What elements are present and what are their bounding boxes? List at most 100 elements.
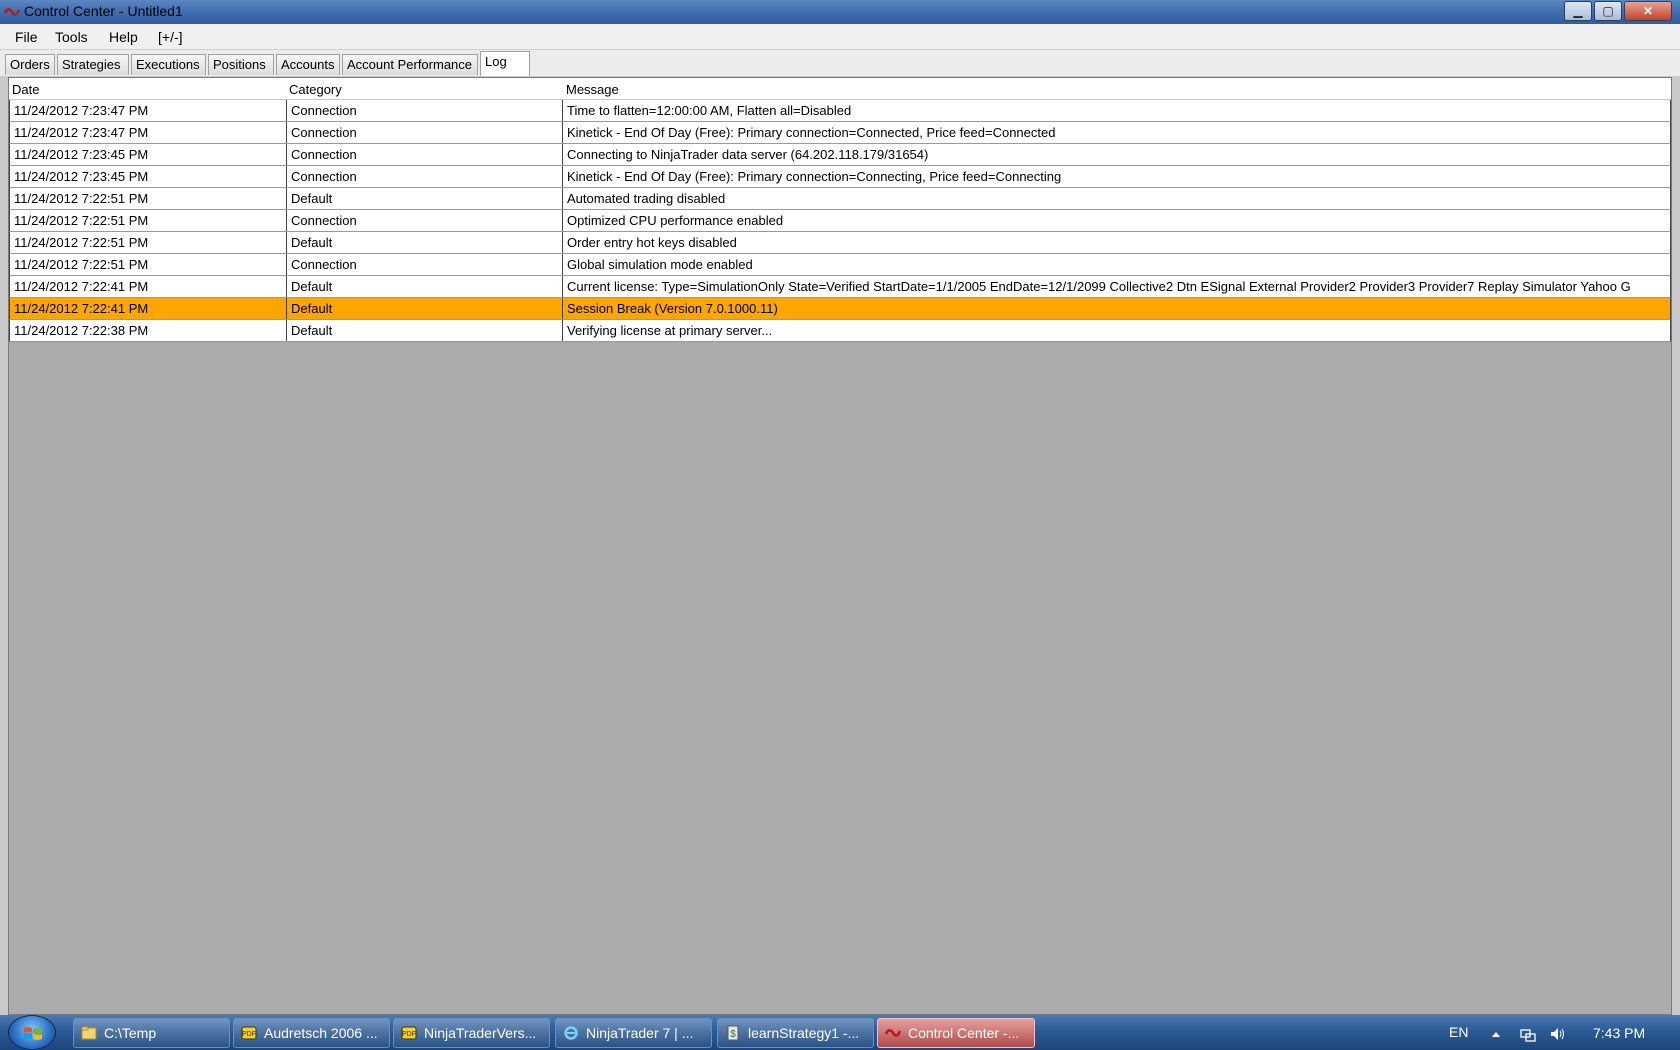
tab-executions[interactable]: Executions xyxy=(131,54,206,75)
show-hidden-icons-icon[interactable] xyxy=(1488,1026,1504,1042)
log-rows: 11/24/2012 7:23:47 PM Connection Time to… xyxy=(9,100,1671,342)
table-row[interactable]: 11/24/2012 7:22:51 PM Connection Global … xyxy=(9,254,1671,276)
svg-text:$: $ xyxy=(730,1029,736,1040)
cell-date: 11/24/2012 7:22:41 PM xyxy=(10,276,287,297)
table-row[interactable]: 11/24/2012 7:22:41 PM Default Current li… xyxy=(9,276,1671,298)
network-icon[interactable] xyxy=(1520,1026,1536,1042)
cell-date: 11/24/2012 7:23:47 PM xyxy=(10,100,287,121)
cell-category: Default xyxy=(287,298,563,319)
cell-message: Connecting to NinjaTrader data server (6… xyxy=(567,147,929,162)
cell-date: 11/24/2012 7:22:51 PM xyxy=(10,232,287,253)
script-icon: $ xyxy=(727,1025,739,1041)
cell-message: Optimized CPU performance enabled xyxy=(567,213,784,228)
taskbar-item-audretsch-pdf[interactable]: PDF Audretsch 2006 ... xyxy=(233,1018,390,1048)
title-bar: Control Center - Untitled1 ▁ ▢ ✕ xyxy=(0,0,1680,24)
table-row-highlighted[interactable]: 11/24/2012 7:22:41 PM Default Session Br… xyxy=(9,298,1671,320)
menu-file[interactable]: File xyxy=(15,29,38,45)
menu-bar: File Tools Help [+/-] xyxy=(0,24,1680,50)
folder-icon xyxy=(81,1026,97,1040)
cell-message: Current license: Type=SimulationOnly Sta… xyxy=(567,279,1631,294)
cell-category: Default xyxy=(287,320,563,341)
minimize-icon: ▁ xyxy=(1573,4,1583,18)
menu-expand-toggle[interactable]: [+/-] xyxy=(158,29,183,45)
cell-message: Session Break (Version 7.0.1000.11) xyxy=(567,301,778,316)
cell-date: 11/24/2012 7:23:45 PM xyxy=(10,144,287,165)
table-row[interactable]: 11/24/2012 7:22:38 PM Default Verifying … xyxy=(9,320,1671,342)
taskbar-item-control-center[interactable]: Control Center -... xyxy=(877,1018,1035,1048)
volume-icon[interactable] xyxy=(1549,1026,1565,1042)
svg-text:PDF: PDF xyxy=(242,1031,256,1038)
cell-category: Connection xyxy=(287,122,563,143)
cell-date: 11/24/2012 7:22:51 PM xyxy=(10,210,287,231)
cell-message: Time to flatten=12:00:00 AM, Flatten all… xyxy=(567,103,852,118)
table-row[interactable]: 11/24/2012 7:22:51 PM Connection Optimiz… xyxy=(9,210,1671,232)
cell-category: Connection xyxy=(287,210,563,231)
column-header-category[interactable]: Category xyxy=(289,82,342,97)
tab-strip: Orders Strategies Executions Positions A… xyxy=(0,50,1680,76)
log-grid: Date Category Message 11/24/2012 7:23:47… xyxy=(8,77,1672,1015)
ie-icon xyxy=(564,1026,578,1040)
table-row[interactable]: 11/24/2012 7:23:45 PM Connection Connect… xyxy=(9,144,1671,166)
start-button[interactable] xyxy=(8,1015,56,1050)
taskbar-item-ninjatrader-pdf[interactable]: PDF NinjaTraderVers... xyxy=(393,1018,550,1048)
cell-date: 11/24/2012 7:22:41 PM xyxy=(10,298,287,319)
cell-date: 11/24/2012 7:22:51 PM xyxy=(10,254,287,275)
tab-strategies[interactable]: Strategies xyxy=(57,54,129,75)
taskbar-item-label: NinjaTraderVers... xyxy=(424,1025,537,1041)
column-header-date[interactable]: Date xyxy=(12,82,39,97)
taskbar-item-label: Audretsch 2006 ... xyxy=(264,1025,378,1041)
cell-category: Connection xyxy=(287,166,563,187)
maximize-button[interactable]: ▢ xyxy=(1594,1,1622,21)
tab-positions[interactable]: Positions xyxy=(208,54,274,75)
taskbar-item-learnstrategy[interactable]: $ learnStrategy1 -... xyxy=(717,1018,874,1048)
cell-message: Automated trading disabled xyxy=(567,191,726,206)
cell-category: Connection xyxy=(287,144,563,165)
maximize-icon: ▢ xyxy=(1602,4,1614,18)
cell-category: Default xyxy=(287,276,563,297)
table-row[interactable]: 11/24/2012 7:23:47 PM Connection Time to… xyxy=(9,100,1671,122)
table-row[interactable]: 11/24/2012 7:22:51 PM Default Automated … xyxy=(9,188,1671,210)
tab-orders[interactable]: Orders xyxy=(5,54,55,75)
table-row[interactable]: 11/24/2012 7:23:45 PM Connection Kinetic… xyxy=(9,166,1671,188)
column-header-message[interactable]: Message xyxy=(566,82,619,97)
menu-tools[interactable]: Tools xyxy=(55,29,88,45)
svg-text:PDF: PDF xyxy=(402,1031,416,1038)
taskbar-item-ie-browser[interactable]: NinjaTrader 7 | ... xyxy=(555,1018,712,1048)
language-indicator[interactable]: EN xyxy=(1449,1024,1468,1040)
minimize-button[interactable]: ▁ xyxy=(1564,1,1592,21)
menu-help[interactable]: Help xyxy=(109,29,138,45)
table-row[interactable]: 11/24/2012 7:22:51 PM Default Order entr… xyxy=(9,232,1671,254)
cell-date: 11/24/2012 7:22:38 PM xyxy=(10,320,287,341)
cell-message: Verifying license at primary server... xyxy=(567,323,773,338)
taskbar-item-label: C:\Temp xyxy=(104,1025,157,1041)
cell-date: 11/24/2012 7:23:45 PM xyxy=(10,166,287,187)
cell-message: Kinetick - End Of Day (Free): Primary co… xyxy=(567,125,1056,140)
pdf-icon: PDF xyxy=(241,1026,257,1040)
table-row[interactable]: 11/24/2012 7:23:47 PM Connection Kinetic… xyxy=(9,122,1671,144)
cell-date: 11/24/2012 7:22:51 PM xyxy=(10,188,287,209)
grid-header: Date Category Message xyxy=(9,78,1671,100)
taskbar-item-label: learnStrategy1 -... xyxy=(748,1025,860,1041)
ninjatrader-icon xyxy=(4,8,20,16)
close-icon: ✕ xyxy=(1642,4,1654,18)
taskbar-item-label: NinjaTrader 7 | ... xyxy=(586,1025,694,1041)
cell-category: Connection xyxy=(287,254,563,275)
cell-date: 11/24/2012 7:23:47 PM xyxy=(10,122,287,143)
cell-category: Default xyxy=(287,188,563,209)
close-button[interactable]: ✕ xyxy=(1624,1,1672,21)
tab-accounts[interactable]: Accounts xyxy=(276,54,340,75)
cell-category: Connection xyxy=(287,100,563,121)
windows-logo-icon xyxy=(24,1027,42,1040)
taskbar: C:\Temp PDF Audretsch 2006 ... PDF Ninja… xyxy=(0,1015,1680,1050)
tab-log[interactable]: Log xyxy=(480,51,530,76)
system-clock[interactable]: 7:43 PM xyxy=(1593,1025,1645,1041)
ninjatrader-icon xyxy=(885,1029,901,1037)
cell-message: Global simulation mode enabled xyxy=(567,257,753,272)
cell-category: Default xyxy=(287,232,563,253)
taskbar-item-temp-folder[interactable]: C:\Temp xyxy=(73,1018,230,1048)
cell-message: Kinetick - End Of Day (Free): Primary co… xyxy=(567,169,1062,184)
cell-message: Order entry hot keys disabled xyxy=(567,235,737,250)
tab-account-performance[interactable]: Account Performance xyxy=(342,54,478,75)
window-title: Control Center - Untitled1 xyxy=(24,3,183,19)
taskbar-item-label: Control Center -... xyxy=(908,1025,1020,1041)
